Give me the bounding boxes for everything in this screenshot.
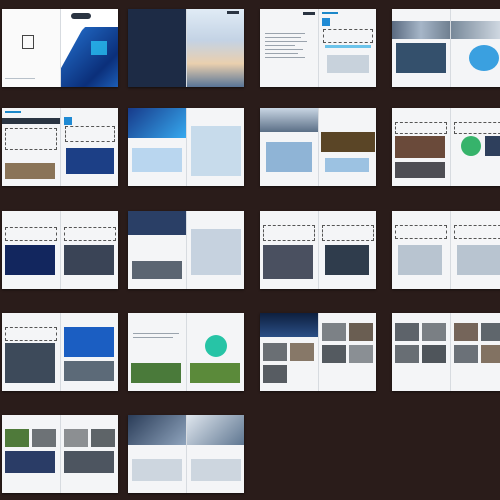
spread-5 <box>2 108 118 186</box>
spread-7 <box>260 108 376 186</box>
page-b <box>318 211 376 289</box>
page-a <box>2 415 61 493</box>
page-b <box>318 313 376 391</box>
page-a <box>260 108 319 186</box>
spread-4 <box>392 9 500 87</box>
spread-14 <box>128 313 244 391</box>
page-b <box>186 313 244 391</box>
catalog-contact-sheet: { "sheet": { "background": "#2a1c1a", "r… <box>0 0 500 500</box>
spread-8 <box>392 108 500 186</box>
spread-9 <box>2 211 118 289</box>
page-b <box>450 313 500 391</box>
page-b <box>60 415 118 493</box>
spread-10 <box>128 211 244 289</box>
page-a <box>260 313 319 391</box>
page-a <box>392 9 451 87</box>
front-cover-page <box>60 9 118 87</box>
spread-13 <box>2 313 118 391</box>
page-system <box>318 9 376 87</box>
page-a <box>2 108 61 186</box>
spread-18 <box>128 415 244 493</box>
spread-12 <box>392 211 500 289</box>
page-b <box>450 211 500 289</box>
page-b <box>450 9 500 87</box>
page-a <box>128 108 187 186</box>
page-b <box>60 313 118 391</box>
page-b <box>186 108 244 186</box>
page-b <box>60 108 118 186</box>
logo-icon <box>70 13 91 19</box>
page-b <box>450 108 500 186</box>
page-toc <box>260 9 319 87</box>
page-a <box>128 211 187 289</box>
spread-2 <box>128 9 244 87</box>
spread-15 <box>260 313 376 391</box>
page-a <box>392 313 451 391</box>
page-b <box>186 211 244 289</box>
page-b <box>318 108 376 186</box>
cover-graphic <box>60 27 118 87</box>
page-b <box>60 211 118 289</box>
page-intro <box>186 9 244 87</box>
spread-6 <box>128 108 244 186</box>
page-a <box>392 108 451 186</box>
page-a <box>2 211 61 289</box>
page-a <box>128 313 187 391</box>
spread-11 <box>260 211 376 289</box>
page-a <box>392 211 451 289</box>
page-a <box>128 415 187 493</box>
page-a <box>260 211 319 289</box>
back-cover-page <box>2 9 61 87</box>
page-a <box>2 313 61 391</box>
page-b <box>186 415 244 493</box>
spread-16 <box>392 313 500 391</box>
page-dark <box>128 9 187 87</box>
spread-cover <box>2 9 118 87</box>
chip-icon <box>90 41 107 55</box>
spread-17 <box>2 415 118 493</box>
spread-3 <box>260 9 376 87</box>
city-photo <box>186 9 244 87</box>
box-icon <box>22 35 34 49</box>
